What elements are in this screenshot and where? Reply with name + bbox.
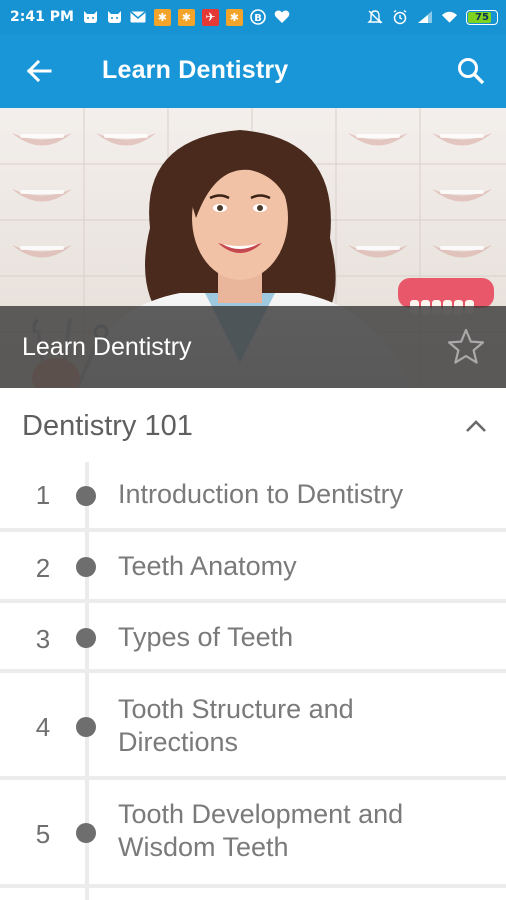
alarm-icon [391,9,408,26]
search-button[interactable] [456,56,486,86]
lesson-item[interactable]: 5 Tooth Development and Wisdom Teeth [0,780,506,884]
chevron-up-icon[interactable] [462,414,490,438]
lesson-title: Teeth Anatomy [118,551,297,581]
lesson-number: 5 [35,819,51,849]
section-header[interactable]: Dentistry 101 [0,390,506,462]
favorite-button[interactable] [446,327,486,367]
lesson-item[interactable]: 4 Tooth Structure and Directions [0,673,506,776]
svg-text:B: B [255,13,263,24]
lesson-dot-icon [76,823,96,843]
hero-title: Learn Dentistry [22,333,192,361]
cat-icon [82,9,99,26]
app-icon: ✱ [177,8,195,26]
lesson-item[interactable]: 3 Types of Teeth [0,603,506,669]
app-icon: ✱ [153,8,171,26]
lesson-dot-icon [76,628,96,648]
status-time: 2:41 PM [10,9,74,25]
star-outline-icon [447,328,485,364]
lesson-title: Tooth Structure and Directions [118,694,354,757]
arrow-left-icon [26,59,52,83]
section-title: Dentistry 101 [22,410,193,442]
cat-icon [106,9,123,26]
app-icon: ✈ [201,8,219,26]
lesson-title: Types of Teeth [118,622,294,652]
lesson-dot-icon [76,486,96,506]
back-button[interactable] [24,56,54,86]
search-icon [458,58,485,85]
divider [0,884,506,888]
page-title: Learn Dentistry [102,56,289,84]
signal-icon [416,9,433,26]
mail-icon [130,9,147,26]
battery-level: 75 [475,11,489,23]
heart-icon [274,9,291,26]
app-icon: ✱ [225,8,243,26]
status-bar: 2:41 PM ✱ ✱ ✈ ✱ B 75 [0,0,506,34]
lesson-number: 1 [35,480,51,510]
battery-icon: 75 [466,9,498,25]
b-icon: B [250,9,267,26]
lesson-number: 3 [35,624,51,654]
lesson-title: Introduction to Dentistry [118,479,404,509]
system-icons: 75 [366,0,498,34]
lesson-number: 4 [35,712,51,742]
app-bar: Learn Dentistry [0,34,506,108]
lesson-dot-icon [76,717,96,737]
lesson-item[interactable]: 2 Teeth Anatomy [0,532,506,599]
lesson-dot-icon [76,557,96,577]
lesson-title: Tooth Development and Wisdom Teeth [118,799,404,862]
wifi-icon [441,9,458,26]
mute-icon [366,9,383,26]
lesson-item[interactable]: 1 Introduction to Dentistry [0,462,506,528]
notification-icons: ✱ ✱ ✈ ✱ B [82,8,291,26]
lesson-number: 2 [35,553,51,583]
